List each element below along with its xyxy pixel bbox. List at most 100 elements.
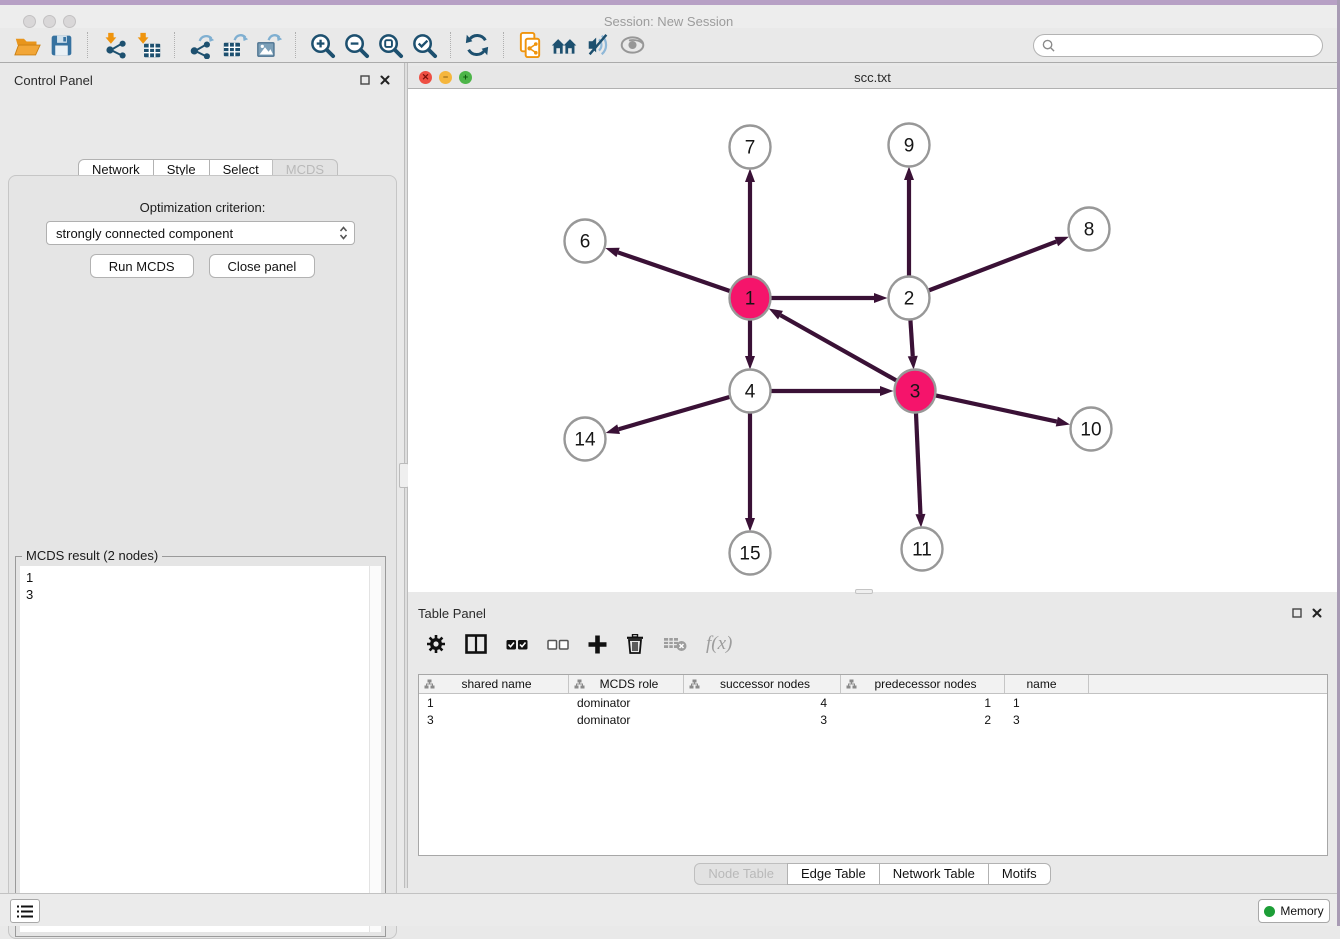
show-column-panel-button[interactable]: [465, 634, 487, 654]
new-network-from-selection-button[interactable]: [513, 30, 547, 60]
close-panel-push-button[interactable]: Close panel: [209, 254, 316, 278]
horizontal-splitter-grip[interactable]: [855, 589, 873, 594]
import-network-button[interactable]: [97, 30, 131, 60]
result-scrollbar[interactable]: [369, 566, 381, 932]
function-builder-button[interactable]: f(x): [706, 633, 732, 655]
graph-edge-3-11[interactable]: [916, 412, 921, 514]
graph-node-label: 4: [745, 382, 756, 403]
column-header-MCDS-role[interactable]: MCDS role: [569, 675, 684, 693]
new-network-document-icon: [517, 31, 544, 60]
window-title: Session: New Session: [0, 14, 1337, 29]
table-tabs: Node Table Edge Table Network Table Moti…: [408, 863, 1337, 885]
sort-column-icon: [574, 679, 585, 690]
memory-button[interactable]: Memory: [1258, 899, 1330, 923]
dropdown-stepper-icon: [339, 225, 348, 241]
cell-successor-nodes: 4: [684, 696, 841, 710]
status-bar: Memory: [0, 893, 1337, 926]
cell-shared-name: 3: [419, 713, 569, 727]
graph-edge-3-1[interactable]: [780, 315, 896, 381]
tab-motifs[interactable]: Motifs: [988, 863, 1051, 885]
deselect-all-columns-button[interactable]: [547, 639, 569, 650]
mcds-buttons-row: Run MCDS Close panel: [9, 254, 396, 278]
cell-name: 1: [1005, 696, 1089, 710]
graph-node-label: 6: [580, 232, 591, 253]
graph-node-label: 10: [1080, 420, 1101, 441]
float-table-panel-button[interactable]: [1289, 605, 1305, 621]
export-table-button[interactable]: [218, 30, 252, 60]
network-graph[interactable]: 7 9 6 8 1 2 4 3 14 10 15 11: [408, 89, 1337, 592]
hide-details-icon: [585, 32, 611, 58]
result-line: 1: [26, 569, 381, 586]
graph-node-label: 2: [904, 289, 915, 310]
export-image-button[interactable]: [252, 30, 286, 60]
zoom-in-button[interactable]: [305, 30, 339, 60]
search-box[interactable]: [1033, 34, 1323, 57]
toolbar-separator: [87, 32, 88, 58]
graph-edge-2-3[interactable]: [910, 319, 912, 356]
column-header-successor-nodes[interactable]: successor nodes: [684, 675, 841, 693]
table-row[interactable]: 3dominator323: [419, 711, 1327, 728]
network-view-title: scc.txt: [408, 70, 1337, 85]
show-graphics-details-button[interactable]: [615, 30, 649, 60]
graph-edge-2-8[interactable]: [929, 242, 1057, 291]
node-table[interactable]: shared name MCDS role successor nodes pr…: [418, 674, 1328, 856]
tab-node-table[interactable]: Node Table: [694, 863, 788, 885]
delete-columns-button[interactable]: [626, 634, 644, 654]
zoom-fit-icon: [377, 32, 404, 59]
mcds-panel-body: Optimization criterion: strongly connect…: [8, 175, 397, 939]
select-all-columns-button[interactable]: [506, 639, 528, 650]
table-toolbar: f(x): [408, 623, 1337, 665]
zoom-in-icon: [309, 32, 336, 59]
list-icon: [17, 905, 33, 918]
create-new-column-button[interactable]: [588, 635, 607, 654]
result-line: 3: [26, 586, 381, 603]
graph-edge-4-14[interactable]: [619, 397, 730, 429]
export-network-icon: [188, 32, 215, 59]
cell-predecessor-nodes: 1: [841, 696, 1005, 710]
graph-node-label: 8: [1084, 220, 1095, 241]
graph-node-label: 11: [912, 540, 932, 561]
cell-MCDS-role: dominator: [569, 696, 684, 710]
close-table-panel-button[interactable]: [1309, 605, 1325, 621]
delete-table-button[interactable]: [663, 636, 687, 652]
criterion-dropdown[interactable]: strongly connected component: [46, 221, 355, 245]
mcds-result-textarea[interactable]: 13: [20, 566, 381, 932]
table-row[interactable]: 1dominator411: [419, 694, 1327, 711]
zoom-out-button[interactable]: [339, 30, 373, 60]
float-icon: [360, 75, 370, 85]
import-table-button[interactable]: [131, 30, 165, 60]
column-header-name[interactable]: name: [1005, 675, 1089, 693]
search-input[interactable]: [1060, 38, 1314, 53]
hide-graphics-details-button[interactable]: [581, 30, 615, 60]
column-header-predecessor-nodes[interactable]: predecessor nodes: [841, 675, 1005, 693]
apply-layout-button[interactable]: [460, 30, 494, 60]
open-file-button[interactable]: [10, 30, 44, 60]
graph-node-label: 15: [739, 544, 760, 565]
network-window-titlebar[interactable]: ✕ − + scc.txt: [408, 66, 1337, 89]
toolbar-separator: [503, 32, 504, 58]
float-icon: [1292, 608, 1302, 618]
float-panel-button[interactable]: [357, 72, 373, 88]
graph-node-label: 3: [910, 382, 921, 403]
graph-node-label: 9: [904, 136, 915, 157]
tab-edge-table[interactable]: Edge Table: [787, 863, 880, 885]
criterion-value: strongly connected component: [56, 226, 233, 241]
table-settings-button[interactable]: [426, 634, 446, 654]
column-header-shared-name[interactable]: shared name: [419, 675, 569, 693]
network-canvas[interactable]: 7 9 6 8 1 2 4 3 14 10 15 11: [408, 89, 1337, 592]
zoom-fit-button[interactable]: [373, 30, 407, 60]
main-toolbar: [0, 28, 1337, 63]
graph-edge-3-10[interactable]: [936, 395, 1057, 421]
save-session-button[interactable]: [44, 30, 78, 60]
tab-network-table[interactable]: Network Table: [879, 863, 989, 885]
export-network-button[interactable]: [184, 30, 218, 60]
zoom-selected-button[interactable]: [407, 30, 441, 60]
close-panel-button[interactable]: [377, 72, 393, 88]
toolbar-separator: [295, 32, 296, 58]
task-history-button[interactable]: [10, 899, 40, 923]
run-mcds-button[interactable]: Run MCDS: [90, 254, 194, 278]
toolbar-separator: [450, 32, 451, 58]
graph-edge-1-6[interactable]: [618, 252, 730, 291]
graph-node-label: 1: [745, 289, 756, 310]
first-neighbors-button[interactable]: [547, 30, 581, 60]
